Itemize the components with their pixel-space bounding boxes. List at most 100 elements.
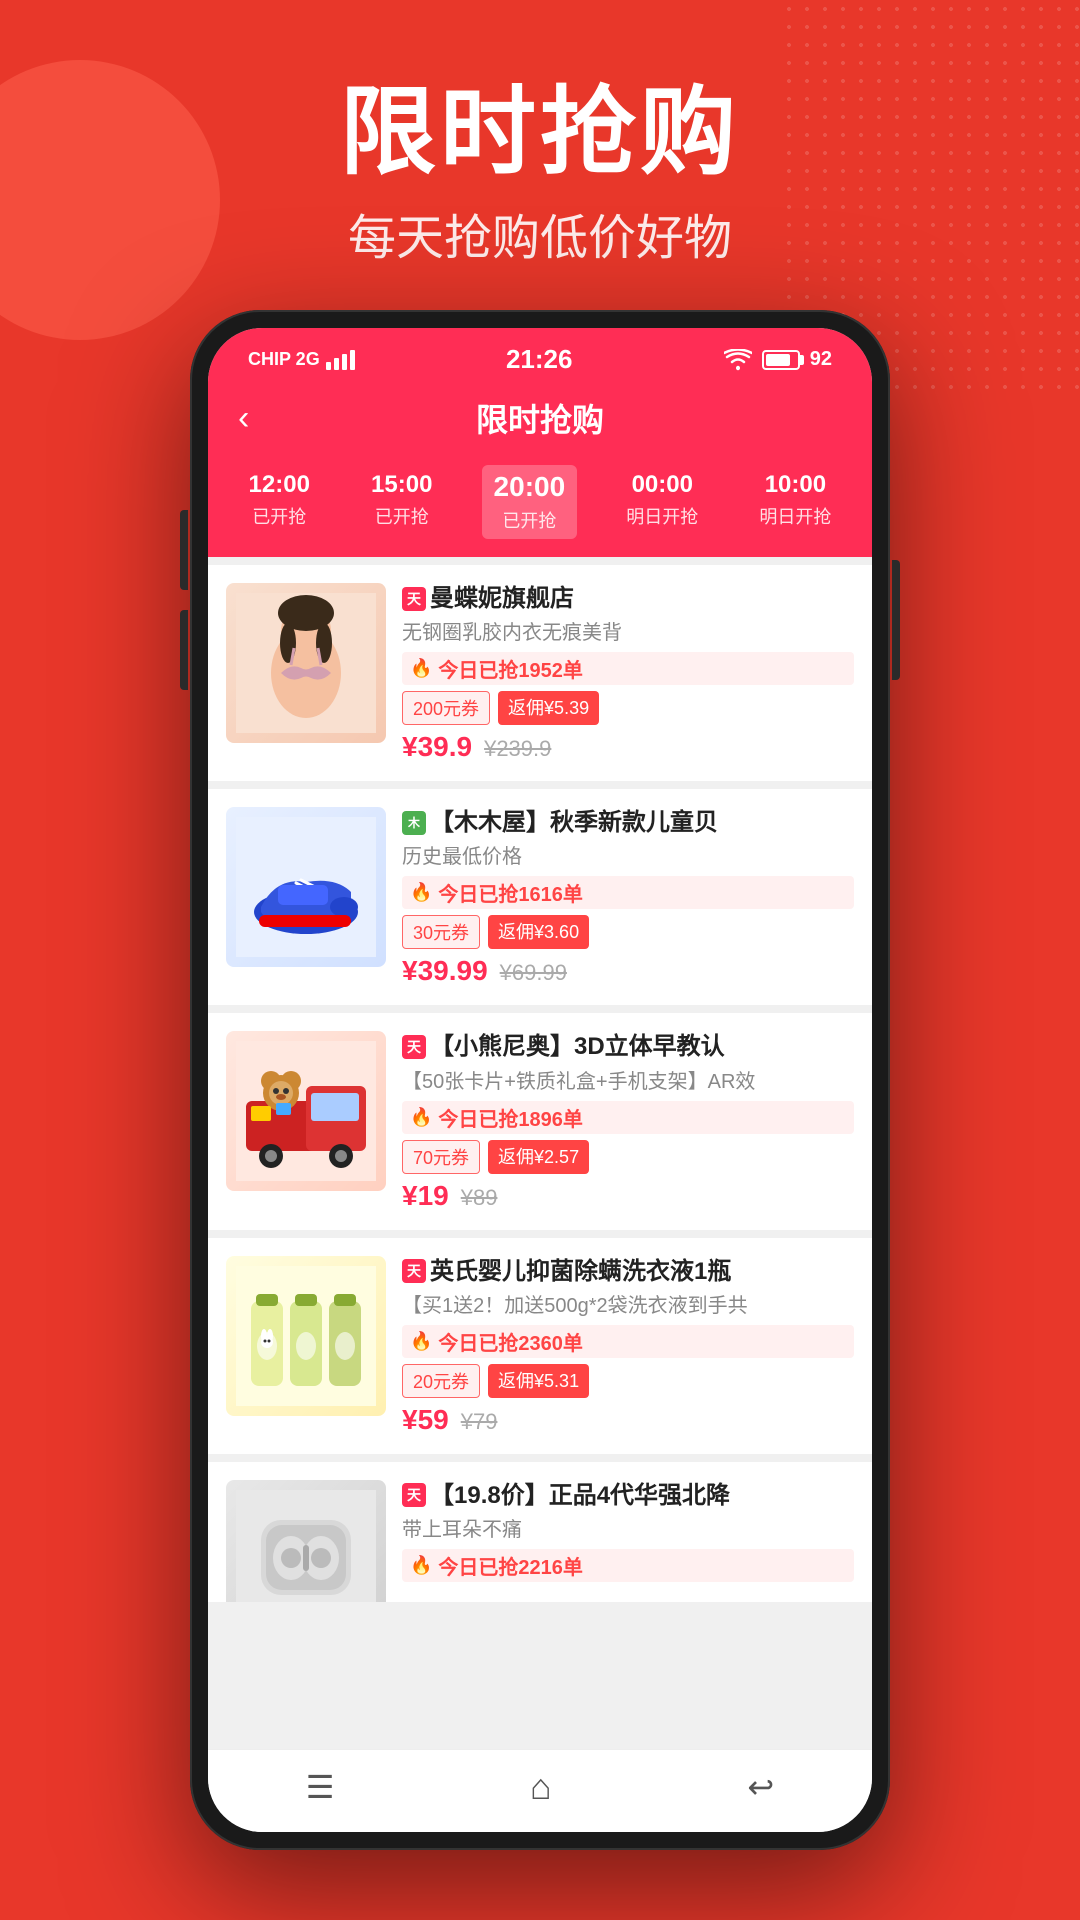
- price-current-4: ¥59: [402, 1404, 449, 1436]
- flash-badge-1: 🔥 今日已抢1952单: [402, 652, 854, 685]
- product-illustration-3: [236, 1041, 376, 1181]
- bottom-nav: ☰ ⌂ ↩: [208, 1749, 872, 1832]
- shop-badge-1: 天 曼蝶妮旗舰店: [402, 583, 854, 614]
- flash-text-5: 今日已抢2216单: [438, 1551, 583, 1580]
- product-info-2: 木 【木木屋】秋季新款儿童贝 历史最低价格 🔥 今日已抢1616单 30元券 返…: [402, 807, 854, 987]
- tmall-icon-1: 天: [402, 587, 426, 611]
- price-original-2: ¥69.99: [500, 960, 567, 986]
- flash-badge-3: 🔥 今日已抢1896单: [402, 1101, 854, 1134]
- battery-percent: 92: [810, 348, 832, 371]
- time-tab-3[interactable]: 00:00 明日开抢: [614, 465, 710, 539]
- time-val-3: 00:00: [632, 471, 693, 499]
- coupon-tag-3: 70元券: [402, 1140, 480, 1174]
- product-name-3: 【小熊尼奥】3D立体早教认: [430, 1031, 725, 1062]
- time-tab-1[interactable]: 15:00 已开抢: [359, 465, 444, 539]
- product-illustration-5: [236, 1490, 376, 1602]
- time-label-1: 已开抢: [375, 503, 429, 529]
- coupon-row-3: 70元券 返佣¥2.57: [402, 1140, 854, 1174]
- product-info-5: 天 【19.8价】正品4代华强北降 带上耳朵不痛 🔥 今日已抢2216单: [402, 1480, 854, 1584]
- coupon-row-1: 200元券 返佣¥5.39: [402, 691, 854, 725]
- coupon-tag-4: 20元券: [402, 1364, 480, 1398]
- flash-text-2: 今日已抢1616单: [438, 878, 583, 907]
- product-image-1: [226, 583, 386, 743]
- battery-icon: [762, 350, 800, 370]
- price-row-3: ¥19 ¥89: [402, 1180, 854, 1212]
- product-card-3[interactable]: 天 【小熊尼奥】3D立体早教认 【50张卡片+铁质礼盒+手机支架】AR效 🔥 今…: [208, 1013, 872, 1229]
- tmall-icon-4: 天: [402, 1259, 426, 1283]
- time-val-4: 10:00: [765, 471, 826, 499]
- product-card-1[interactable]: 天 曼蝶妮旗舰店 无钢圈乳胶内衣无痕美背 🔥 今日已抢1952单 200元券 返…: [208, 565, 872, 781]
- wifi-icon: [724, 349, 752, 371]
- nav-back-icon[interactable]: ↩: [747, 1768, 774, 1806]
- app-title: 限时抢购: [288, 395, 792, 441]
- product-name-2: 【木木屋】秋季新款儿童贝: [430, 807, 718, 838]
- price-current-1: ¥39.9: [402, 731, 472, 763]
- coupon-row-4: 20元券 返佣¥5.31: [402, 1364, 854, 1398]
- product-desc-3: 【50张卡片+铁质礼盒+手机支架】AR效: [402, 1069, 854, 1095]
- product-desc-2: 历史最低价格: [402, 844, 854, 870]
- nav-home-icon[interactable]: ⌂: [530, 1766, 552, 1808]
- product-name-1: 曼蝶妮旗舰店: [430, 583, 574, 614]
- shop-badge-5: 天 【19.8价】正品4代华强北降: [402, 1480, 854, 1511]
- time-val-1: 15:00: [371, 471, 432, 499]
- price-current-3: ¥19: [402, 1180, 449, 1212]
- flash-icon-5: 🔥: [410, 1555, 432, 1576]
- main-title: 限时抢购: [0, 80, 1080, 186]
- shop-icon-2: 木: [402, 811, 426, 835]
- flash-icon-2: 🔥: [410, 882, 432, 903]
- product-info-3: 天 【小熊尼奥】3D立体早教认 【50张卡片+铁质礼盒+手机支架】AR效 🔥 今…: [402, 1031, 854, 1211]
- time-tabs: 12:00 已开抢 15:00 已开抢 20:00 已开抢 00:00 明日开抢…: [208, 457, 872, 557]
- product-info-4: 天 英氏婴儿抑菌除螨洗衣液1瓶 【买1送2！加送500g*2袋洗衣液到手共 🔥 …: [402, 1256, 854, 1436]
- product-card-4[interactable]: 天 英氏婴儿抑菌除螨洗衣液1瓶 【买1送2！加送500g*2袋洗衣液到手共 🔥 …: [208, 1238, 872, 1454]
- shop-badge-4: 天 英氏婴儿抑菌除螨洗衣液1瓶: [402, 1256, 854, 1287]
- price-row-1: ¥39.9 ¥239.9: [402, 731, 854, 763]
- product-image-3: [226, 1031, 386, 1191]
- time-val-2: 20:00: [494, 471, 566, 503]
- tmall-icon-3: 天: [402, 1035, 426, 1059]
- phone-mockup: CHIP 2G 21:26: [190, 310, 890, 1850]
- flash-badge-5: 🔥 今日已抢2216单: [402, 1549, 854, 1582]
- time-tab-4[interactable]: 10:00 明日开抢: [747, 465, 843, 539]
- price-row-4: ¥59 ¥79: [402, 1404, 854, 1436]
- time-label-3: 明日开抢: [626, 503, 698, 529]
- product-illustration-4: [236, 1266, 376, 1406]
- shop-badge-3: 天 【小熊尼奥】3D立体早教认: [402, 1031, 854, 1062]
- back-button[interactable]: ‹: [238, 399, 288, 438]
- product-list: 天 曼蝶妮旗舰店 无钢圈乳胶内衣无痕美背 🔥 今日已抢1952单 200元券 返…: [208, 557, 872, 1749]
- status-left: CHIP 2G: [248, 349, 355, 370]
- time-tab-2[interactable]: 20:00 已开抢: [482, 465, 578, 539]
- tmall-icon-5: 天: [402, 1483, 426, 1507]
- status-time: 21:26: [506, 344, 573, 375]
- product-card-5[interactable]: 天 【19.8价】正品4代华强北降 带上耳朵不痛 🔥 今日已抢2216单: [208, 1462, 872, 1602]
- flash-icon-3: 🔥: [410, 1107, 432, 1128]
- coupon-row-2: 30元券 返佣¥3.60: [402, 915, 854, 949]
- price-original-1: ¥239.9: [484, 736, 551, 762]
- page-header: 限时抢购 每天抢购低价好物: [0, 0, 1080, 268]
- app-header: ‹ 限时抢购: [208, 385, 872, 457]
- status-bar: CHIP 2G 21:26: [208, 328, 872, 385]
- product-desc-1: 无钢圈乳胶内衣无痕美背: [402, 620, 854, 646]
- coupon-tag-1: 200元券: [402, 691, 490, 725]
- signal-icon: [326, 350, 355, 370]
- time-val-0: 12:00: [249, 471, 310, 499]
- cashback-tag-2: 返佣¥3.60: [488, 915, 589, 949]
- price-original-4: ¥79: [461, 1409, 498, 1435]
- nav-menu-icon[interactable]: ☰: [306, 1768, 335, 1806]
- product-desc-5: 带上耳朵不痛: [402, 1517, 854, 1543]
- product-image-5: [226, 1480, 386, 1602]
- time-label-2: 已开抢: [502, 507, 556, 533]
- product-card-2[interactable]: 木 【木木屋】秋季新款儿童贝 历史最低价格 🔥 今日已抢1616单 30元券 返…: [208, 789, 872, 1005]
- product-image-4: [226, 1256, 386, 1416]
- cashback-tag-3: 返佣¥2.57: [488, 1140, 589, 1174]
- product-image-2: [226, 807, 386, 967]
- sub-title: 每天抢购低价好物: [0, 198, 1080, 268]
- product-desc-4: 【买1送2！加送500g*2袋洗衣液到手共: [402, 1293, 854, 1319]
- price-row-2: ¥39.99 ¥69.99: [402, 955, 854, 987]
- flash-badge-2: 🔥 今日已抢1616单: [402, 876, 854, 909]
- flash-icon-1: 🔥: [410, 658, 432, 679]
- phone-screen: CHIP 2G 21:26: [208, 328, 872, 1832]
- price-original-3: ¥89: [461, 1185, 498, 1211]
- status-right: 92: [724, 348, 832, 371]
- time-tab-0[interactable]: 12:00 已开抢: [237, 465, 322, 539]
- shop-badge-2: 木 【木木屋】秋季新款儿童贝: [402, 807, 854, 838]
